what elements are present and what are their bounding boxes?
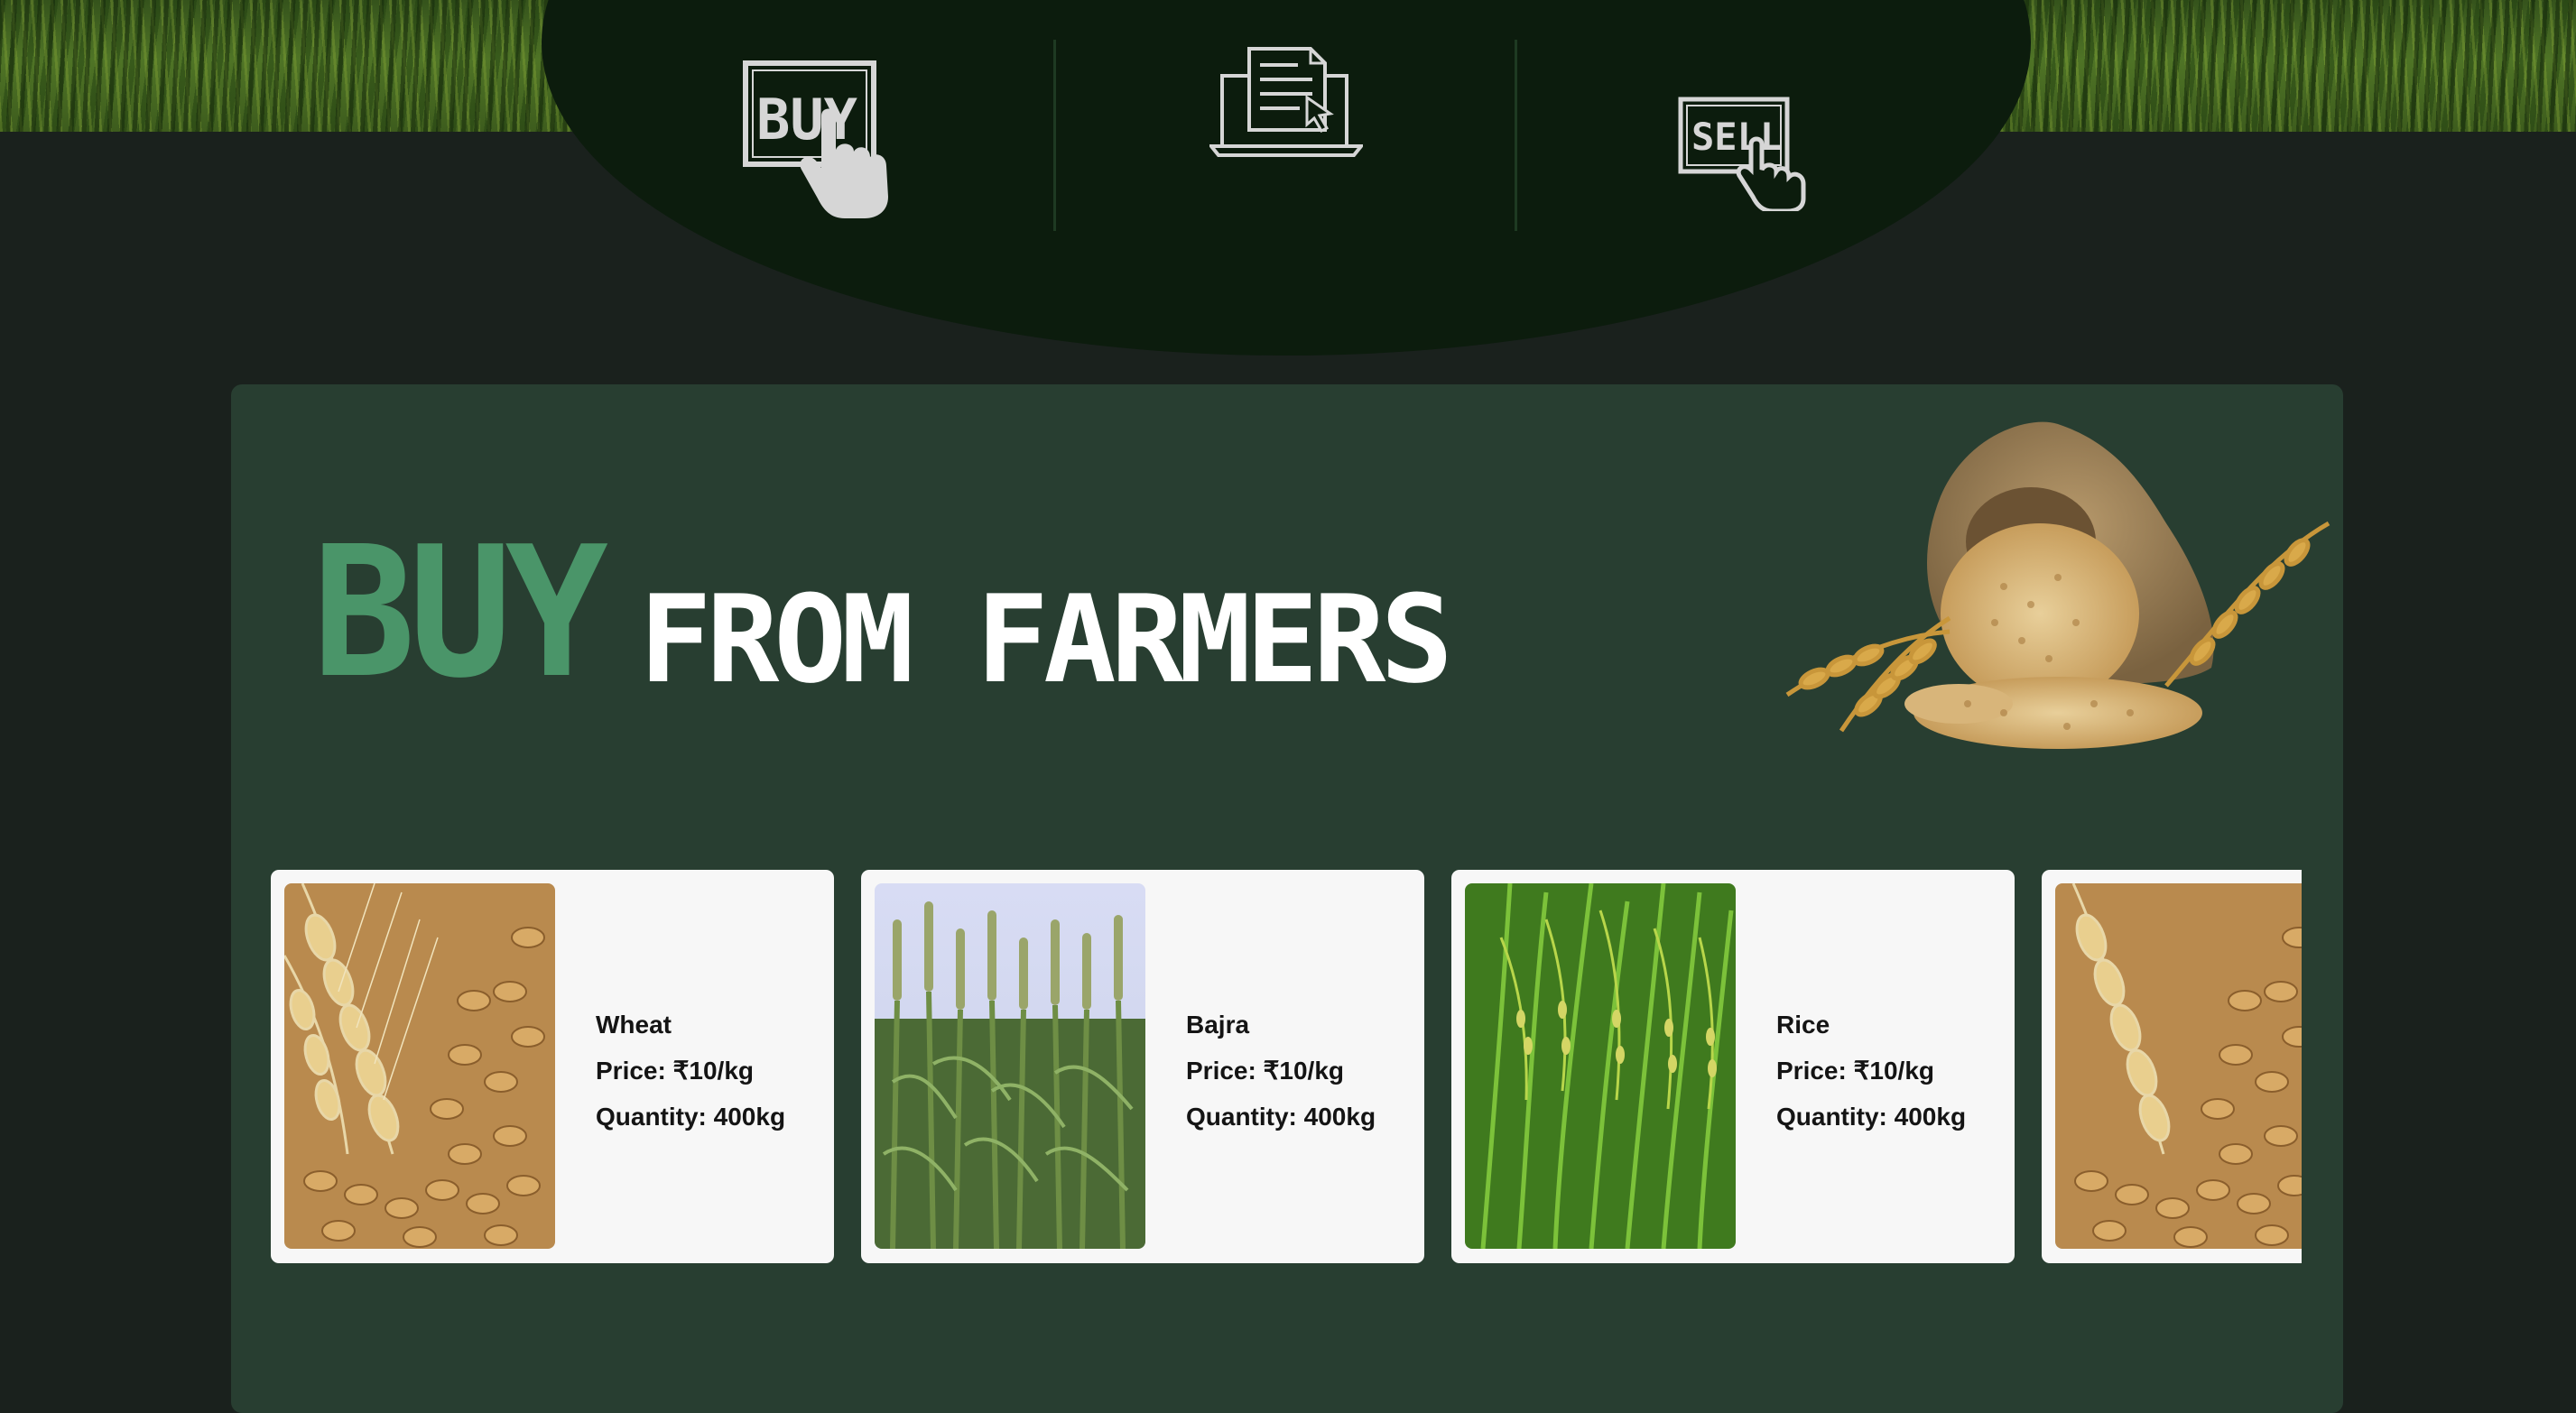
product-card[interactable]: Rice Price: ₹10/kg Quantity: 400kg — [1451, 870, 2015, 1263]
product-image-wheat — [284, 883, 555, 1249]
product-info: Wheat Price: ₹10/kg Quantity: 400kg — [596, 1002, 785, 1140]
product-name: Rice — [1776, 1011, 1830, 1039]
nav-orders-button[interactable] — [1207, 43, 1366, 161]
product-info: Rice Price: ₹10/kg Quantity: 400kg — [1776, 1002, 1966, 1140]
svg-text:SELL: SELL — [1691, 115, 1783, 159]
product-price: Price: ₹10/kg — [596, 1057, 755, 1085]
buy-hand-icon: BUY — [743, 60, 888, 218]
grain-sack-image — [1733, 415, 2347, 794]
product-price: Price: ₹10/kg — [1186, 1057, 1345, 1085]
product-card[interactable]: Bajra Price: ₹10/kg Quantity: 400kg — [861, 870, 1424, 1263]
page-title-accent: BUY — [312, 508, 608, 718]
laptop-document-icon — [1207, 47, 1366, 157]
product-info: Bajra Price: ₹10/kg Quantity: 400kg — [1186, 1002, 1376, 1140]
product-quantity: Quantity: 400kg — [596, 1103, 786, 1131]
nav-divider — [1515, 40, 1517, 231]
product-name: Bajra — [1186, 1011, 1250, 1039]
svg-text:BUY: BUY — [756, 87, 858, 152]
product-quantity: Quantity: 400kg — [1186, 1103, 1376, 1131]
product-image-rice — [1465, 883, 1736, 1249]
sell-hand-icon: SELL — [1678, 97, 1806, 214]
product-quantity: Quantity: 400kg — [1776, 1103, 1967, 1131]
nav-divider — [1053, 40, 1056, 231]
nav-sell-button[interactable]: SELL — [1675, 94, 1818, 214]
page-title: BUY FROM FARMERS — [312, 508, 1453, 718]
product-card[interactable]: Wheat Price: ₹10/kg Quantity: 400kg — [271, 870, 834, 1263]
product-card[interactable] — [2042, 870, 2302, 1263]
product-cards-row: Wheat Price: ₹10/kg Quantity: 400kg Bajr… — [271, 870, 2302, 1263]
product-price: Price: ₹10/kg — [1776, 1057, 1935, 1085]
product-name: Wheat — [596, 1011, 672, 1039]
product-image-bajra — [875, 883, 1145, 1249]
page-title-rest: FROM FARMERS — [639, 569, 1453, 710]
nav-buy-button[interactable]: BUY — [738, 51, 915, 218]
product-image-wheat — [2055, 883, 2302, 1249]
